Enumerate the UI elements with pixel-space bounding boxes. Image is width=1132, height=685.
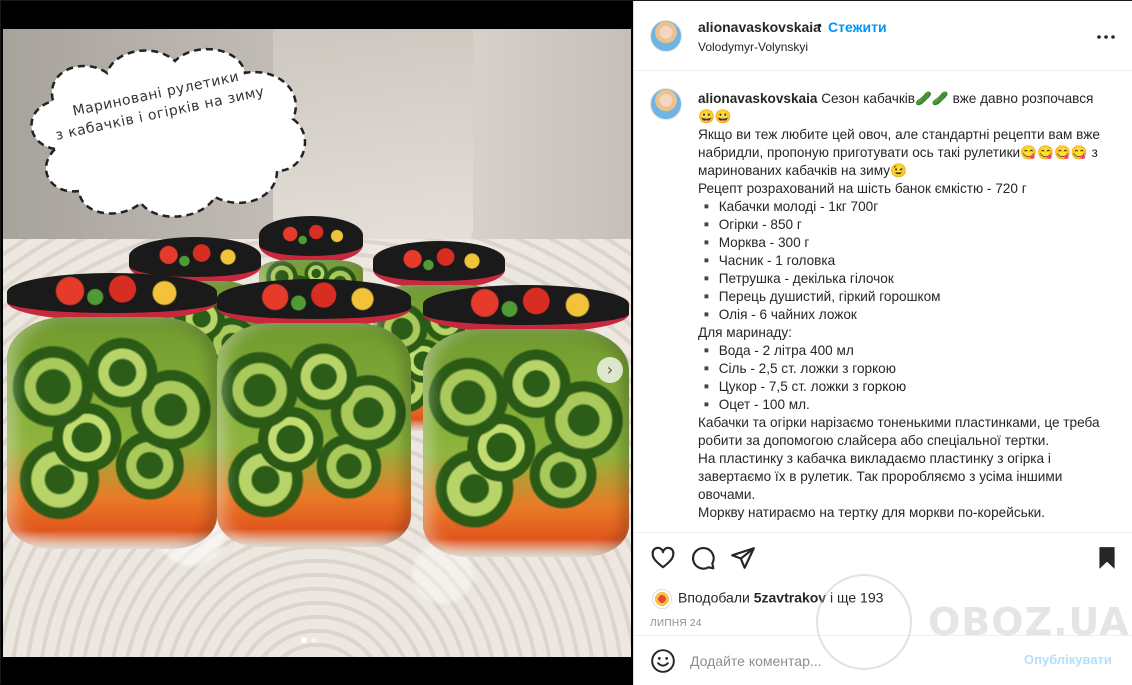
caption-line: ▪️ Сіль - 2,5 ст. ложки з горкою bbox=[698, 361, 896, 376]
comment-bar: Опублікувати bbox=[634, 635, 1132, 685]
emoji-icon[interactable] bbox=[650, 648, 676, 674]
more-options-icon[interactable] bbox=[1094, 25, 1118, 54]
caption-avatar[interactable] bbox=[650, 88, 682, 120]
next-photo-button[interactable]: › bbox=[597, 357, 623, 383]
caption-username[interactable]: alionavaskovskaia bbox=[698, 91, 817, 106]
jar-front-center bbox=[217, 279, 411, 547]
likes-count[interactable]: і ще 193 bbox=[830, 590, 883, 606]
jar-front-left bbox=[7, 273, 217, 549]
post-photo-area: Мариновані рулетики з кабачків і огірків… bbox=[1, 1, 633, 685]
carousel-dots bbox=[301, 637, 317, 643]
post-header: alionavaskovskaia • Стежити Volodymyr-Vo… bbox=[634, 1, 1132, 71]
carousel-dot bbox=[311, 637, 317, 643]
post-actions bbox=[634, 532, 1132, 582]
post-date[interactable]: ЛИПНЯ 24 bbox=[650, 618, 702, 629]
caption-line: ▪️ Цукор - 7,5 ст. ложки з горкою bbox=[698, 379, 907, 394]
caption-line: Моркву натираємо на тертку для моркви по… bbox=[698, 505, 1046, 520]
send-icon[interactable] bbox=[730, 545, 756, 571]
caption-line: Кабачки та огірки нарізаємо тоненькими п… bbox=[698, 415, 1104, 448]
liker-avatar bbox=[652, 589, 672, 609]
likes-summary[interactable]: Вподобали 5zavtrakov і ще 193 bbox=[652, 589, 883, 609]
jar-front-right bbox=[423, 285, 629, 557]
post-sidebar: alionavaskovskaia • Стежити Volodymyr-Vo… bbox=[633, 1, 1132, 685]
caption-line: ▪️ Кабачки молоді - 1кг 700г bbox=[698, 199, 879, 214]
header-separator: • bbox=[817, 17, 822, 33]
caption-line: ▪️ Морква - 300 г bbox=[698, 235, 810, 250]
author-username[interactable]: alionavaskovskaia bbox=[698, 19, 821, 35]
caption-line: ▪️ Оцет - 100 мл. bbox=[698, 397, 810, 412]
caption-text: alionavaskovskaia Сезон кабачків🥒🥒 вже д… bbox=[698, 90, 1110, 522]
likes-prefix: Вподобали bbox=[678, 589, 750, 606]
caption-line: ▪️ Часник - 1 головка bbox=[698, 253, 836, 268]
carousel-dot-active bbox=[301, 637, 307, 643]
caption-line: На пластинку з кабачка викладаємо пласти… bbox=[698, 451, 1067, 502]
author-avatar[interactable] bbox=[650, 20, 682, 52]
comment-icon[interactable] bbox=[690, 545, 716, 571]
post-caption: alionavaskovskaia Сезон кабачків🥒🥒 вже д… bbox=[634, 72, 1132, 532]
post-photo[interactable]: Мариновані рулетики з кабачків і огірків… bbox=[3, 29, 631, 657]
caption-line: ▪️ Олія - 6 чайних ложок bbox=[698, 307, 857, 322]
bookmark-icon[interactable] bbox=[1094, 545, 1120, 571]
caption-line: ▪️ Огірки - 850 г bbox=[698, 217, 802, 232]
caption-line: ▪️ Перець душистий, гіркий горошком bbox=[698, 289, 941, 304]
liker-username[interactable]: 5zavtrakov bbox=[754, 590, 826, 606]
comment-input[interactable] bbox=[690, 648, 1010, 674]
caption-line: ▪️ Вода - 2 літра 400 мл bbox=[698, 343, 854, 358]
heart-icon[interactable] bbox=[650, 545, 676, 571]
caption-line: ▪️ Петрушка - декілька гілочок bbox=[698, 271, 894, 286]
caption-line: Якщо ви теж любите цей овоч, але стандар… bbox=[698, 127, 1104, 178]
follow-button[interactable]: Стежити bbox=[828, 19, 887, 35]
post-location[interactable]: Volodymyr-Volynskyi bbox=[698, 40, 808, 54]
publish-button[interactable]: Опублікувати bbox=[1024, 652, 1112, 667]
caption-line: Рецепт розрахований на шість банок ємкіс… bbox=[698, 181, 1027, 196]
caption-line: Для маринаду: bbox=[698, 325, 792, 340]
post-window: Мариновані рулетики з кабачків і огірків… bbox=[0, 0, 1132, 685]
